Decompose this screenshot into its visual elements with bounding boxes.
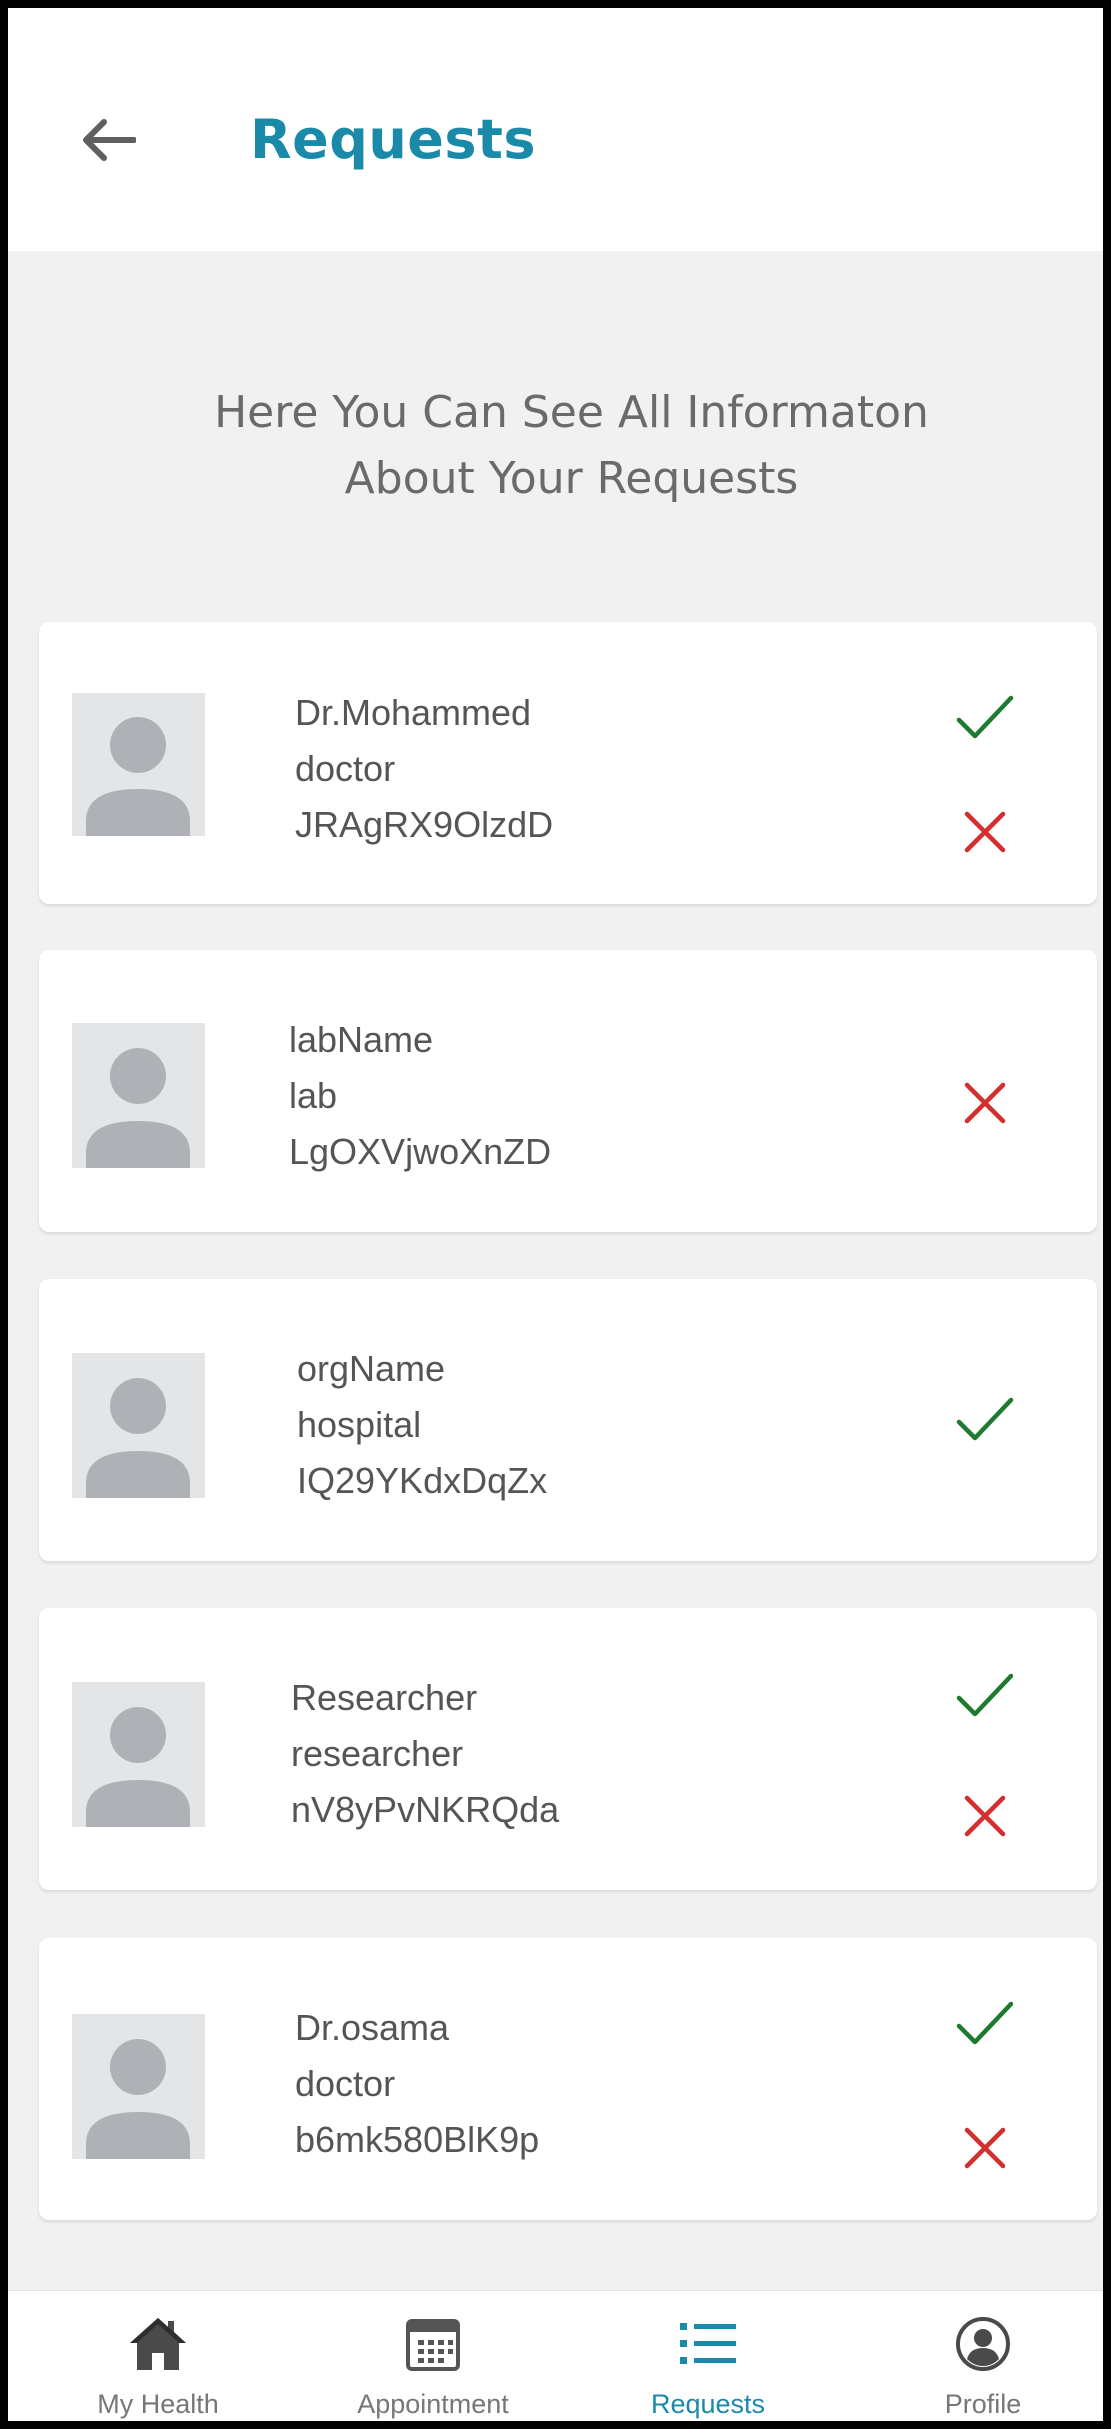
avatar [72, 1023, 205, 1168]
back-button[interactable] [68, 100, 148, 180]
calendar-icon [400, 2311, 466, 2377]
intro-line-2: About Your Requests [344, 453, 799, 504]
avatar [72, 1353, 205, 1498]
accept-button[interactable] [950, 1988, 1020, 2058]
bottom-nav: My Health Appointment Requests Profile [8, 2290, 1103, 2421]
nav-label: Profile [944, 2389, 1022, 2419]
page-title: Requests [250, 108, 537, 171]
reject-button[interactable] [950, 1781, 1020, 1851]
request-id: b6mk580BlK9p [295, 2119, 540, 2160]
app-screen: Requests Here You Can See All Informaton… [0, 0, 1111, 2429]
person-placeholder-icon [86, 1378, 190, 1498]
request-card: labName lab LgOXVjwoXnZD [39, 950, 1097, 1232]
request-info: Dr.Mohammed doctor JRAgRX9OlzdD [295, 685, 553, 853]
close-icon [964, 811, 1006, 853]
close-icon [964, 1082, 1006, 1124]
request-type: researcher [291, 1733, 464, 1774]
request-id: IQ29YKdxDqZx [297, 1460, 548, 1501]
nav-item-profile[interactable]: Profile [853, 2291, 1103, 2421]
intro-text: Here You Can See All Informaton About Yo… [128, 380, 1015, 512]
check-icon [956, 1397, 1014, 1441]
app-header: Requests [8, 8, 1103, 251]
close-icon [964, 2127, 1006, 2169]
accept-button[interactable] [950, 682, 1020, 752]
avatar [72, 2014, 205, 2159]
avatar [72, 693, 205, 836]
reject-button[interactable] [950, 797, 1020, 867]
person-placeholder-icon [86, 717, 190, 836]
request-type: hospital [297, 1404, 422, 1445]
accept-button[interactable] [950, 1384, 1020, 1454]
request-info: Researcher researcher nV8yPvNKRQda [291, 1670, 559, 1838]
person-placeholder-icon [86, 1707, 190, 1827]
person-placeholder-icon [86, 1048, 190, 1168]
request-id: nV8yPvNKRQda [291, 1789, 560, 1830]
close-icon [964, 1795, 1006, 1837]
check-icon [956, 1673, 1014, 1717]
request-card: Dr.osama doctor b6mk580BlK9p [39, 1938, 1097, 2220]
check-icon [956, 2001, 1014, 2045]
request-type: lab [289, 1075, 338, 1116]
request-id: LgOXVjwoXnZD [289, 1131, 552, 1172]
request-card: Researcher researcher nV8yPvNKRQda [39, 1608, 1097, 1890]
request-name: orgName [297, 1348, 446, 1389]
check-icon [956, 695, 1014, 739]
reject-button[interactable] [950, 2113, 1020, 2183]
person-placeholder-icon [86, 2039, 190, 2159]
request-name: Researcher [291, 1677, 478, 1718]
request-card: Dr.Mohammed doctor JRAgRX9OlzdD [39, 622, 1097, 904]
profile-icon [950, 2311, 1016, 2377]
request-type: doctor [295, 748, 396, 789]
request-type: doctor [295, 2063, 396, 2104]
nav-item-appointment[interactable]: Appointment [303, 2291, 563, 2421]
nav-label: My Health [97, 2389, 219, 2419]
avatar [72, 1682, 205, 1827]
request-name: Dr.osama [295, 2007, 450, 2048]
request-name: Dr.Mohammed [295, 692, 532, 733]
nav-label: Requests [650, 2389, 766, 2419]
nav-item-my-health[interactable]: My Health [28, 2291, 288, 2421]
request-card: orgName hospital IQ29YKdxDqZx [39, 1279, 1097, 1561]
request-name: labName [289, 1019, 434, 1060]
request-id: JRAgRX9OlzdD [295, 804, 554, 845]
accept-button[interactable] [950, 1660, 1020, 1730]
request-info: labName lab LgOXVjwoXnZD [289, 1012, 551, 1180]
arrow-left-icon [83, 119, 136, 161]
reject-button[interactable] [950, 1068, 1020, 1138]
nav-label: Appointment [357, 2389, 509, 2419]
nav-item-requests[interactable]: Requests [578, 2291, 838, 2421]
list-icon [675, 2311, 741, 2377]
request-info: orgName hospital IQ29YKdxDqZx [297, 1341, 547, 1509]
home-icon [125, 2311, 191, 2377]
intro-line-1: Here You Can See All Informaton [214, 387, 929, 438]
request-info: Dr.osama doctor b6mk580BlK9p [295, 2000, 539, 2168]
